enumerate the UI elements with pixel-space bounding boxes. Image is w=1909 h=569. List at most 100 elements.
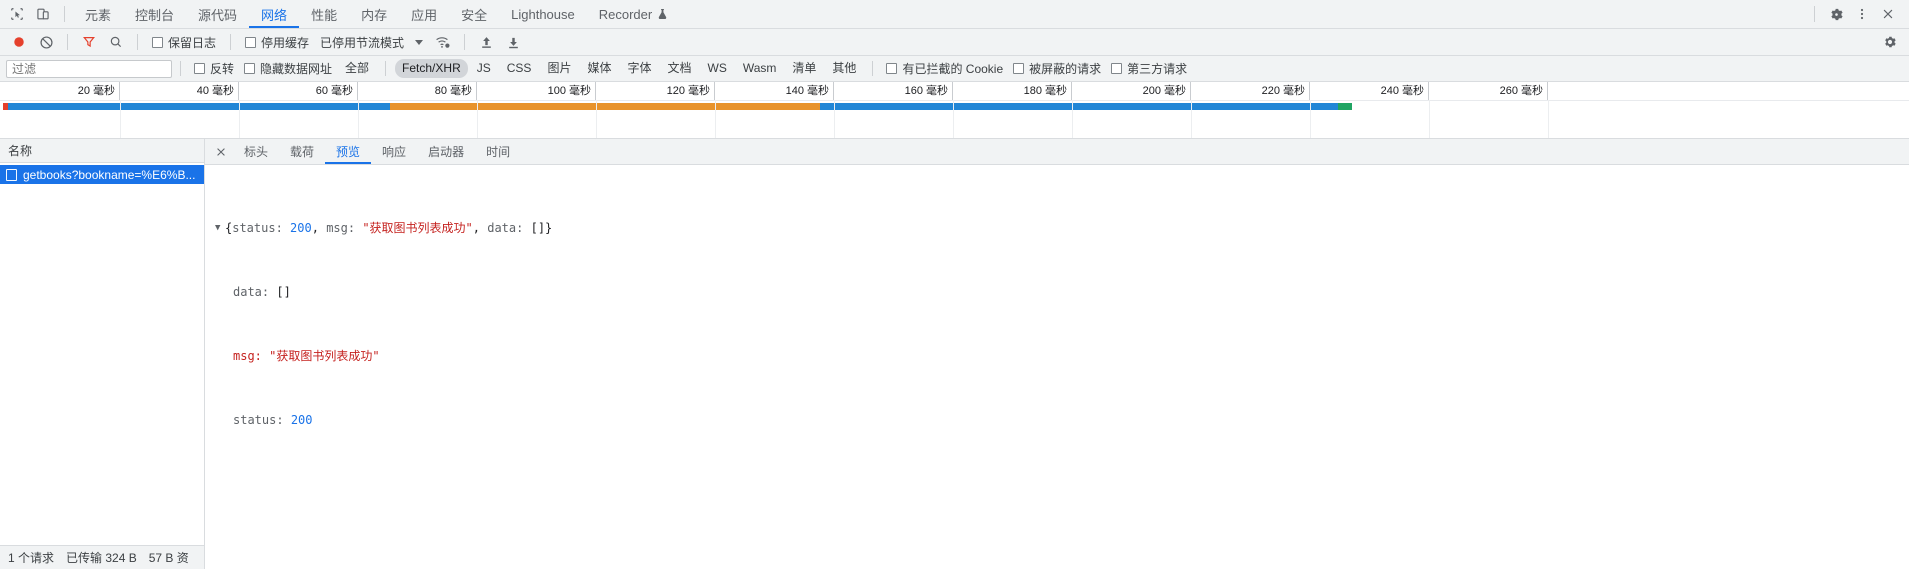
timeline-tick: 60 毫秒 bbox=[239, 82, 358, 100]
blocked-cookies-checkbox[interactable]: 有已拦截的 Cookie bbox=[881, 59, 1008, 79]
tab-application[interactable]: 应用 bbox=[399, 0, 449, 28]
filter-input[interactable] bbox=[6, 59, 172, 78]
tab-performance[interactable]: 性能 bbox=[299, 0, 349, 28]
blocked-cookies-label: 有已拦截的 Cookie bbox=[902, 62, 1004, 76]
blocked-requests-checkbox[interactable]: 被屏蔽的请求 bbox=[1008, 59, 1106, 79]
overview-gridlines bbox=[0, 100, 1909, 138]
filter-type-doc[interactable]: 文档 bbox=[660, 59, 698, 78]
invert-checkbox[interactable]: 反转 bbox=[189, 59, 239, 79]
device-toolbar-icon[interactable] bbox=[30, 2, 56, 26]
filter-type-media[interactable]: 媒体 bbox=[580, 59, 618, 78]
filter-type-manifest[interactable]: 清单 bbox=[785, 59, 823, 78]
json-property-row[interactable]: data: [] bbox=[215, 284, 1909, 300]
timeline-tick: 220 毫秒 bbox=[1191, 82, 1310, 100]
tab-label: 应用 bbox=[411, 7, 438, 23]
tab-payload[interactable]: 载荷 bbox=[279, 139, 325, 164]
disable-cache-checkbox[interactable]: 停用缓存 bbox=[239, 31, 315, 53]
tab-label: 控制台 bbox=[135, 7, 175, 23]
gear-icon[interactable] bbox=[1823, 2, 1849, 26]
preview-pane[interactable]: ▼ {status: 200, msg: "获取图书列表成功", data: [… bbox=[205, 165, 1909, 569]
request-detail-panel: 标头 载荷 预览 响应 启动器 时间 ▼ {status: 200, msg: … bbox=[205, 139, 1909, 569]
tab-recorder[interactable]: Recorder bbox=[587, 0, 680, 28]
tab-security[interactable]: 安全 bbox=[449, 0, 499, 28]
filter-type-other[interactable]: 其他 bbox=[825, 59, 863, 78]
tab-timing[interactable]: 时间 bbox=[475, 139, 521, 164]
inspect-cursor-icon[interactable] bbox=[4, 2, 30, 26]
request-list[interactable]: getbooks?bookname=%E6%B... bbox=[0, 163, 204, 545]
json-property-row[interactable]: status: 200 bbox=[215, 412, 1909, 428]
close-icon[interactable] bbox=[1875, 2, 1901, 26]
json-property-row[interactable]: msg: "获取图书列表成功" bbox=[215, 348, 1909, 364]
third-party-checkbox[interactable]: 第三方请求 bbox=[1106, 59, 1192, 79]
record-stop-icon[interactable] bbox=[6, 31, 32, 53]
filter-type-js[interactable]: JS bbox=[470, 59, 498, 78]
json-key-msg: msg: bbox=[233, 349, 262, 363]
hide-data-urls-label: 隐藏数据网址 bbox=[260, 62, 333, 76]
close-icon[interactable] bbox=[209, 141, 233, 163]
network-conditions-icon[interactable] bbox=[430, 31, 456, 53]
preserve-log-checkbox[interactable]: 保留日志 bbox=[146, 31, 222, 53]
request-name: getbooks?bookname=%E6%B... bbox=[23, 167, 196, 182]
tab-console[interactable]: 控制台 bbox=[123, 0, 186, 28]
tab-label: Lighthouse bbox=[511, 6, 575, 22]
tab-response[interactable]: 响应 bbox=[371, 139, 417, 164]
tab-network[interactable]: 网络 bbox=[249, 0, 300, 28]
network-overview[interactable]: 20 毫秒 40 毫秒 60 毫秒 80 毫秒 100 毫秒 120 毫秒 14… bbox=[0, 82, 1909, 139]
search-icon[interactable] bbox=[103, 31, 129, 53]
filter-type-font[interactable]: 字体 bbox=[620, 59, 658, 78]
filter-type-wasm[interactable]: Wasm bbox=[736, 59, 784, 78]
tab-headers[interactable]: 标头 bbox=[233, 139, 279, 164]
tab-label: 内存 bbox=[361, 7, 388, 23]
tabbar-divider bbox=[64, 6, 65, 22]
request-list-header[interactable]: 名称 bbox=[0, 139, 204, 163]
filter-type-css[interactable]: CSS bbox=[500, 59, 539, 78]
tab-label: 源代码 bbox=[198, 7, 238, 23]
kebab-menu-icon[interactable] bbox=[1849, 2, 1875, 26]
summary-key-data: data: bbox=[487, 221, 524, 235]
checkbox-box bbox=[194, 63, 205, 74]
summary-value-status: 200 bbox=[290, 221, 312, 235]
filter-divider-1 bbox=[180, 61, 181, 76]
filter-divider-2 bbox=[385, 61, 387, 76]
tab-sources[interactable]: 源代码 bbox=[186, 0, 249, 28]
throttling-select[interactable]: 已停用节流模式 bbox=[316, 34, 408, 51]
import-har-icon[interactable] bbox=[473, 31, 499, 53]
expand-triangle-icon[interactable]: ▼ bbox=[215, 220, 225, 236]
filter-type-fetch-xhr[interactable]: Fetch/XHR bbox=[395, 59, 468, 78]
network-body: 名称 getbooks?bookname=%E6%B... 1 个请求 已传输 … bbox=[0, 139, 1909, 569]
json-root-row[interactable]: ▼ {status: 200, msg: "获取图书列表成功", data: [… bbox=[215, 220, 1909, 236]
timeline-tick: 140 毫秒 bbox=[715, 82, 834, 100]
clear-network-icon[interactable] bbox=[33, 31, 59, 53]
checkbox-box bbox=[886, 63, 898, 74]
timeline-tick: 240 毫秒 bbox=[1310, 82, 1429, 100]
export-har-icon[interactable] bbox=[500, 31, 526, 53]
filter-type-ws[interactable]: WS bbox=[701, 59, 734, 78]
toolbar-divider-3 bbox=[230, 34, 232, 50]
tab-preview[interactable]: 预览 bbox=[325, 139, 372, 164]
tab-memory[interactable]: 内存 bbox=[349, 0, 399, 28]
devtools-tabbar: 元素 控制台 源代码 网络 性能 内存 应用 安全 Lighthouse Rec… bbox=[0, 0, 1909, 29]
summary-comma-2: , bbox=[472, 221, 488, 235]
summary-comma-1: , bbox=[311, 221, 327, 235]
request-row-getbooks[interactable]: getbooks?bookname=%E6%B... bbox=[0, 165, 204, 184]
filter-funnel-icon[interactable] bbox=[76, 31, 102, 53]
disable-cache-label: 停用缓存 bbox=[261, 35, 310, 50]
checkbox-box bbox=[245, 36, 257, 48]
request-count: 1 个请求 bbox=[8, 551, 55, 565]
network-toolbar: 保留日志 停用缓存 已停用节流模式 bbox=[0, 29, 1909, 56]
checkbox-box bbox=[1013, 63, 1025, 74]
json-value-status: 200 bbox=[290, 413, 313, 427]
tab-lighthouse[interactable]: Lighthouse bbox=[499, 0, 587, 28]
timeline-ruler: 20 毫秒 40 毫秒 60 毫秒 80 毫秒 100 毫秒 120 毫秒 14… bbox=[0, 82, 1909, 101]
filter-type-all[interactable]: 全部 bbox=[338, 59, 376, 78]
filter-type-img[interactable]: 图片 bbox=[540, 59, 578, 78]
tab-initiator[interactable]: 启动器 bbox=[417, 139, 475, 164]
chevron-down-icon[interactable] bbox=[415, 39, 424, 45]
network-settings-icon[interactable] bbox=[1877, 31, 1903, 53]
hide-data-urls-checkbox[interactable]: 隐藏数据网址 bbox=[239, 59, 337, 79]
tab-elements[interactable]: 元素 bbox=[73, 0, 123, 28]
summary-value-data: [] bbox=[530, 221, 546, 235]
json-key-data: data: bbox=[233, 285, 270, 299]
timeline-tick: 120 毫秒 bbox=[596, 82, 715, 100]
toolbar-divider-4 bbox=[464, 34, 466, 50]
